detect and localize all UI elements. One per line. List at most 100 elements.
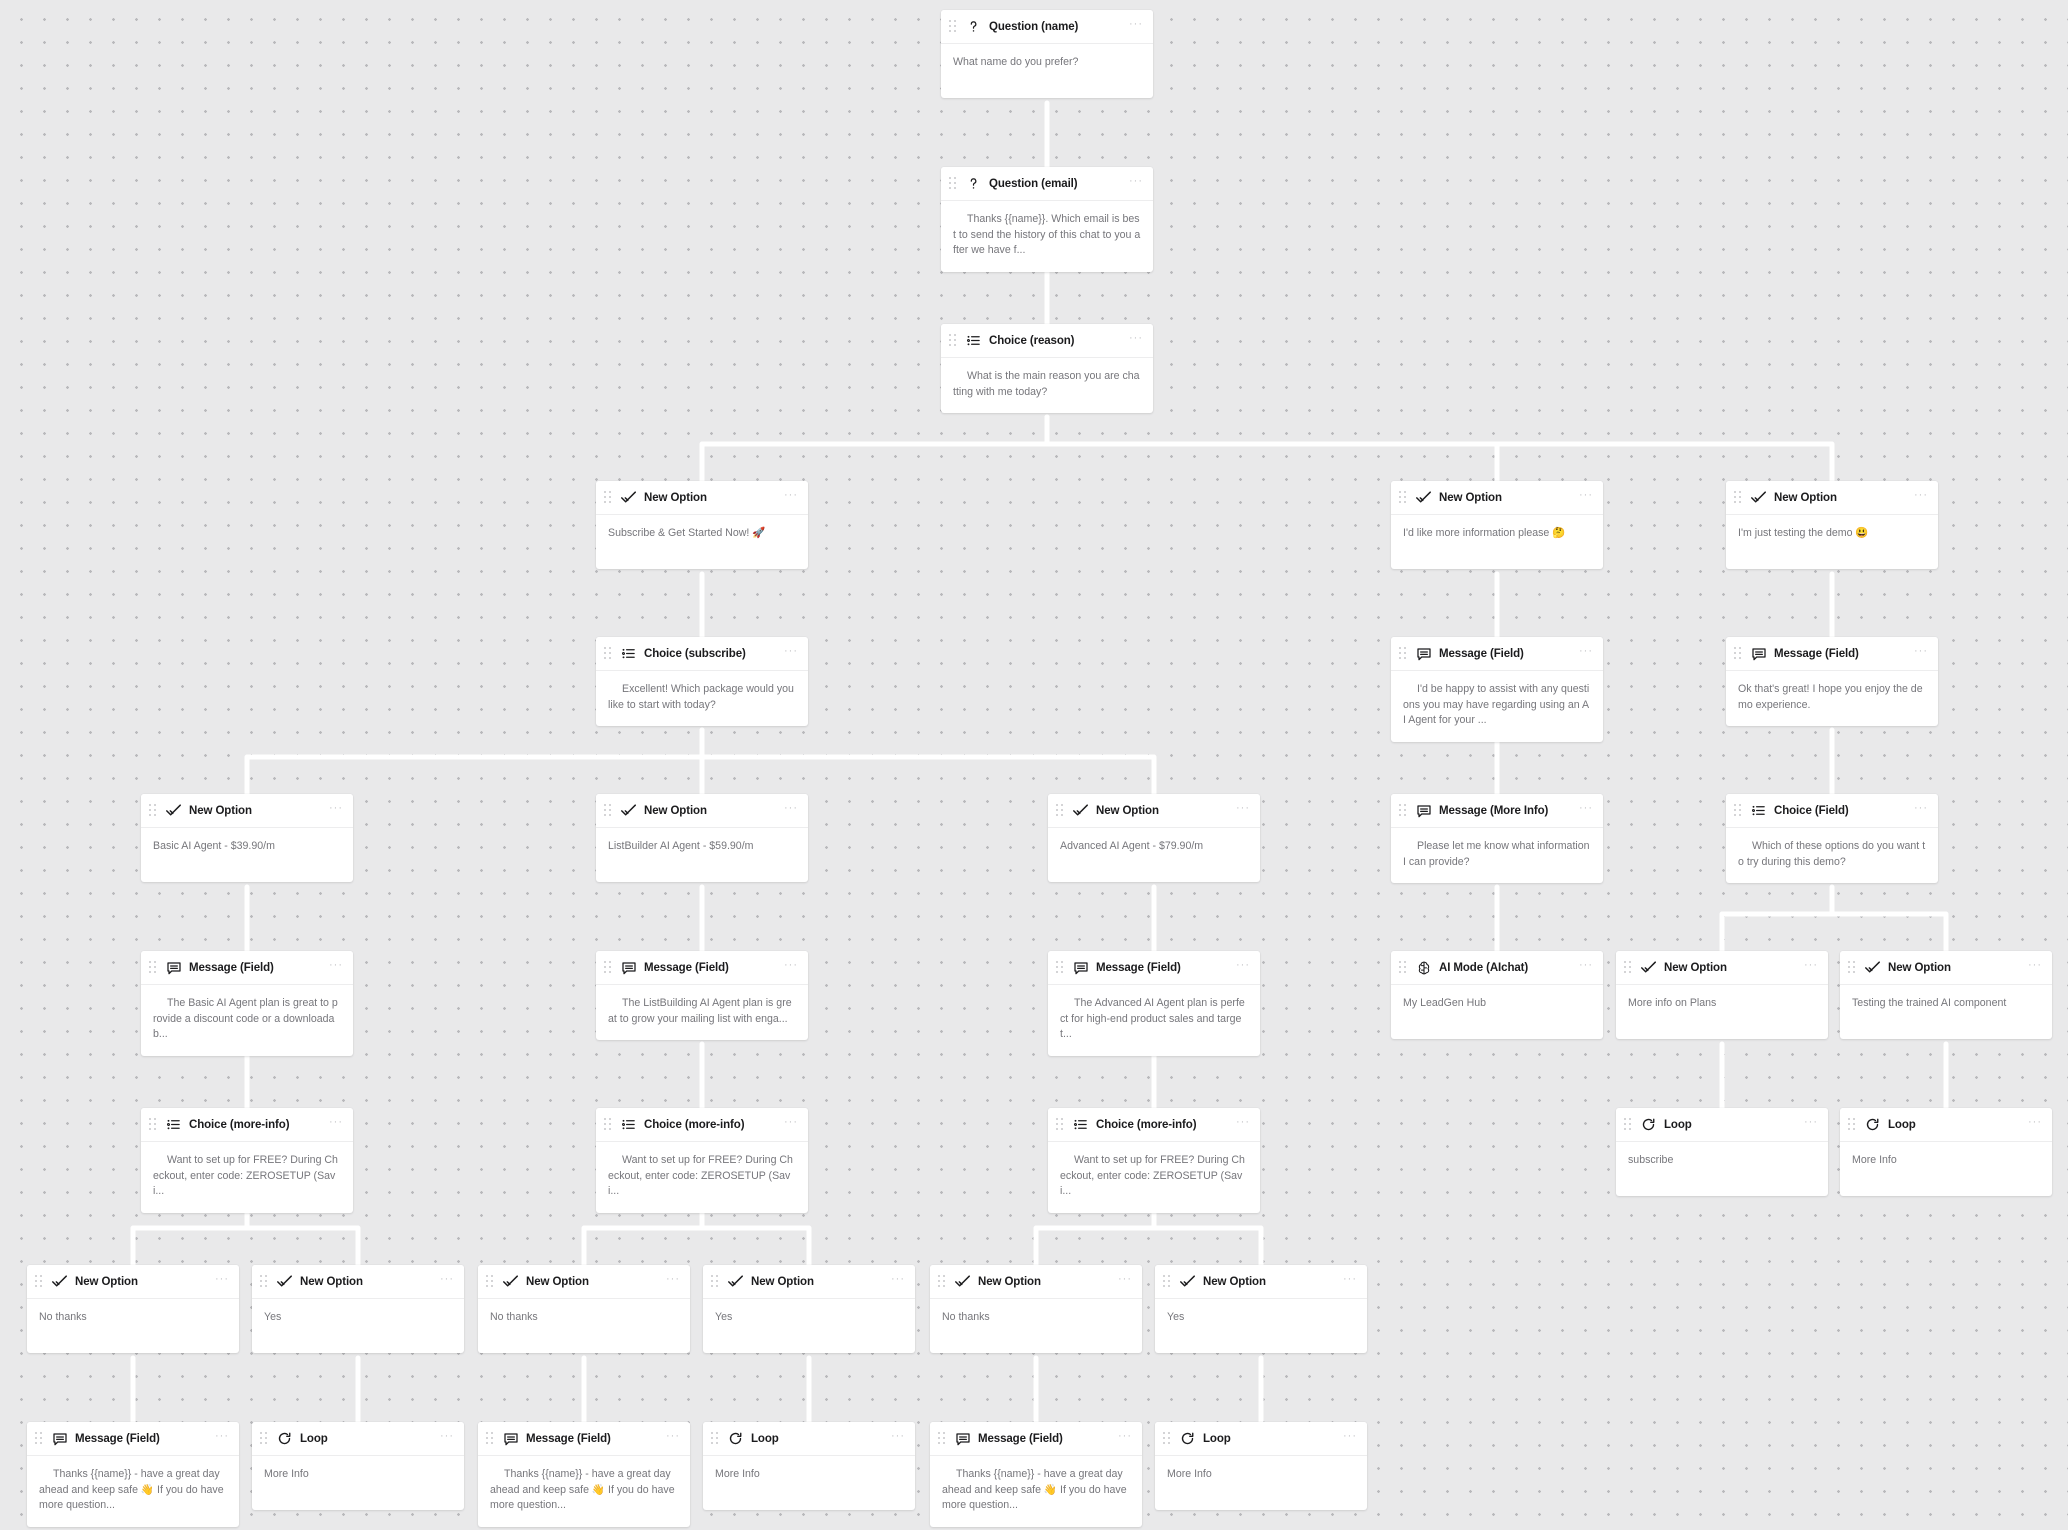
node-loop-more-info-3[interactable]: Loop ··· More Info: [1155, 1422, 1367, 1510]
node-loop-more-info-2[interactable]: Loop ··· More Info: [703, 1422, 915, 1510]
ellipsis-icon[interactable]: ···: [2026, 1117, 2044, 1130]
drag-handle-icon[interactable]: [602, 804, 614, 818]
node-header[interactable]: Message (Field) ···: [141, 951, 353, 985]
node-header[interactable]: New Option ···: [596, 794, 808, 828]
ellipsis-icon[interactable]: ···: [1341, 1431, 1359, 1444]
drag-handle-icon[interactable]: [484, 1275, 496, 1289]
node-message-field-advanced[interactable]: Message (Field) ··· The Advanced AI Agent …: [1048, 951, 1260, 1057]
node-message-field-basic[interactable]: Message (Field) ··· The Basic AI Agent pla…: [141, 951, 353, 1057]
ellipsis-icon[interactable]: ···: [1127, 333, 1145, 346]
drag-handle-icon[interactable]: [936, 1432, 948, 1446]
node-header[interactable]: Message (Field) ···: [1391, 637, 1603, 671]
node-header[interactable]: New Option ···: [1155, 1265, 1367, 1299]
drag-handle-icon[interactable]: [602, 1118, 614, 1132]
drag-handle-icon[interactable]: [602, 491, 614, 505]
node-header[interactable]: New Option ···: [1840, 951, 2052, 985]
ellipsis-icon[interactable]: ···: [213, 1431, 231, 1444]
drag-handle-icon[interactable]: [1846, 961, 1858, 975]
node-header[interactable]: Loop ···: [252, 1422, 464, 1456]
node-option-listbuilder-plan[interactable]: New Option ··· ListBuilder AI Agent - $59.…: [596, 794, 808, 882]
node-message-more-info[interactable]: Message (More Info) ··· Please let me know…: [1391, 794, 1603, 884]
node-message-field-more-info-assist[interactable]: Message (Field) ··· I'd be happy to assist…: [1391, 637, 1603, 743]
node-message-field-listbuilder[interactable]: Message (Field) ··· The ListBuilding AI Ag…: [596, 951, 808, 1041]
node-ai-mode-aichat[interactable]: AI Mode (AIchat) ··· My LeadGen Hub: [1391, 951, 1603, 1039]
node-header[interactable]: New Option ···: [141, 794, 353, 828]
ellipsis-icon[interactable]: ···: [327, 960, 345, 973]
node-option-yes-3[interactable]: New Option ··· Yes: [1155, 1265, 1367, 1353]
drag-handle-icon[interactable]: [1397, 491, 1409, 505]
node-header[interactable]: Message (Field) ···: [596, 951, 808, 985]
node-header[interactable]: Choice (more-info) ···: [1048, 1108, 1260, 1142]
node-loop-more-info-right[interactable]: Loop ··· More Info: [1840, 1108, 2052, 1196]
node-header[interactable]: New Option ···: [1048, 794, 1260, 828]
drag-handle-icon[interactable]: [1397, 804, 1409, 818]
node-header[interactable]: New Option ···: [478, 1265, 690, 1299]
node-header[interactable]: Message (Field) ···: [27, 1422, 239, 1456]
drag-handle-icon[interactable]: [1054, 1118, 1066, 1132]
node-header[interactable]: Choice (Field) ···: [1726, 794, 1938, 828]
ellipsis-icon[interactable]: ···: [438, 1431, 456, 1444]
node-header[interactable]: New Option ···: [252, 1265, 464, 1299]
node-header[interactable]: Choice (subscribe) ···: [596, 637, 808, 671]
node-choice-field-demo[interactable]: Choice (Field) ··· Which of these options …: [1726, 794, 1938, 884]
node-header[interactable]: Question (name) ···: [941, 10, 1153, 44]
node-option-no-thanks-1[interactable]: New Option ··· No thanks: [27, 1265, 239, 1353]
node-header[interactable]: AI Mode (AIchat) ···: [1391, 951, 1603, 985]
node-option-advanced-plan[interactable]: New Option ··· Advanced AI Agent - $79.90/…: [1048, 794, 1260, 882]
ellipsis-icon[interactable]: ···: [782, 646, 800, 659]
node-choice-more-info-basic[interactable]: Choice (more-info) ··· Want to set up for …: [141, 1108, 353, 1214]
drag-handle-icon[interactable]: [147, 804, 159, 818]
ellipsis-icon[interactable]: ···: [1802, 1117, 1820, 1130]
drag-handle-icon[interactable]: [1397, 647, 1409, 661]
node-header[interactable]: New Option ···: [703, 1265, 915, 1299]
node-header[interactable]: Choice (more-info) ···: [596, 1108, 808, 1142]
drag-handle-icon[interactable]: [1732, 647, 1744, 661]
drag-handle-icon[interactable]: [258, 1432, 270, 1446]
node-question-name[interactable]: Question (name) ··· What name do you prefe…: [941, 10, 1153, 98]
node-message-field-thanks-2[interactable]: Message (Field) ··· Thanks {{name}} - have…: [478, 1422, 690, 1528]
node-option-testing-trained-ai[interactable]: New Option ··· Testing the trained AI comp…: [1840, 951, 2052, 1039]
ellipsis-icon[interactable]: ···: [782, 803, 800, 816]
drag-handle-icon[interactable]: [1622, 1118, 1634, 1132]
ellipsis-icon[interactable]: ···: [782, 960, 800, 973]
node-header[interactable]: New Option ···: [1616, 951, 1828, 985]
ellipsis-icon[interactable]: ···: [1234, 803, 1252, 816]
ellipsis-icon[interactable]: ···: [1116, 1274, 1134, 1287]
ellipsis-icon[interactable]: ···: [1127, 19, 1145, 32]
ellipsis-icon[interactable]: ···: [1127, 176, 1145, 189]
drag-handle-icon[interactable]: [1732, 804, 1744, 818]
node-header[interactable]: Message (Field) ···: [1726, 637, 1938, 671]
node-loop-more-info-1[interactable]: Loop ··· More Info: [252, 1422, 464, 1510]
flow-canvas[interactable]: Question (name) ··· What name do you prefe…: [0, 0, 2068, 1530]
drag-handle-icon[interactable]: [1397, 961, 1409, 975]
node-header[interactable]: Message (More Info) ···: [1391, 794, 1603, 828]
node-header[interactable]: New Option ···: [1391, 481, 1603, 515]
ellipsis-icon[interactable]: ···: [1912, 803, 1930, 816]
ellipsis-icon[interactable]: ···: [2026, 960, 2044, 973]
node-header[interactable]: Message (Field) ···: [478, 1422, 690, 1456]
drag-handle-icon[interactable]: [1732, 491, 1744, 505]
node-option-testing-demo[interactable]: New Option ··· I'm just testing the demo 😃: [1726, 481, 1938, 569]
node-header[interactable]: Loop ···: [1616, 1108, 1828, 1142]
ellipsis-icon[interactable]: ···: [664, 1431, 682, 1444]
ellipsis-icon[interactable]: ···: [664, 1274, 682, 1287]
ellipsis-icon[interactable]: ···: [1234, 960, 1252, 973]
drag-handle-icon[interactable]: [258, 1275, 270, 1289]
node-loop-subscribe[interactable]: Loop ··· subscribe: [1616, 1108, 1828, 1196]
node-choice-more-info-listbuilder[interactable]: Choice (more-info) ··· Want to set up for …: [596, 1108, 808, 1214]
ellipsis-icon[interactable]: ···: [1341, 1274, 1359, 1287]
node-option-yes-2[interactable]: New Option ··· Yes: [703, 1265, 915, 1353]
ellipsis-icon[interactable]: ···: [1577, 803, 1595, 816]
ellipsis-icon[interactable]: ···: [782, 490, 800, 503]
node-option-subscribe[interactable]: New Option ··· Subscribe & Get Started Now…: [596, 481, 808, 569]
ellipsis-icon[interactable]: ···: [1577, 490, 1595, 503]
ellipsis-icon[interactable]: ···: [1912, 490, 1930, 503]
node-choice-reason[interactable]: Choice (reason) ··· What is the main reaso…: [941, 324, 1153, 414]
drag-handle-icon[interactable]: [1622, 961, 1634, 975]
node-choice-subscribe[interactable]: Choice (subscribe) ··· Excellent! Which pa…: [596, 637, 808, 727]
drag-handle-icon[interactable]: [709, 1432, 721, 1446]
drag-handle-icon[interactable]: [602, 961, 614, 975]
node-header[interactable]: Loop ···: [1155, 1422, 1367, 1456]
ellipsis-icon[interactable]: ···: [1912, 646, 1930, 659]
ellipsis-icon[interactable]: ···: [1116, 1431, 1134, 1444]
